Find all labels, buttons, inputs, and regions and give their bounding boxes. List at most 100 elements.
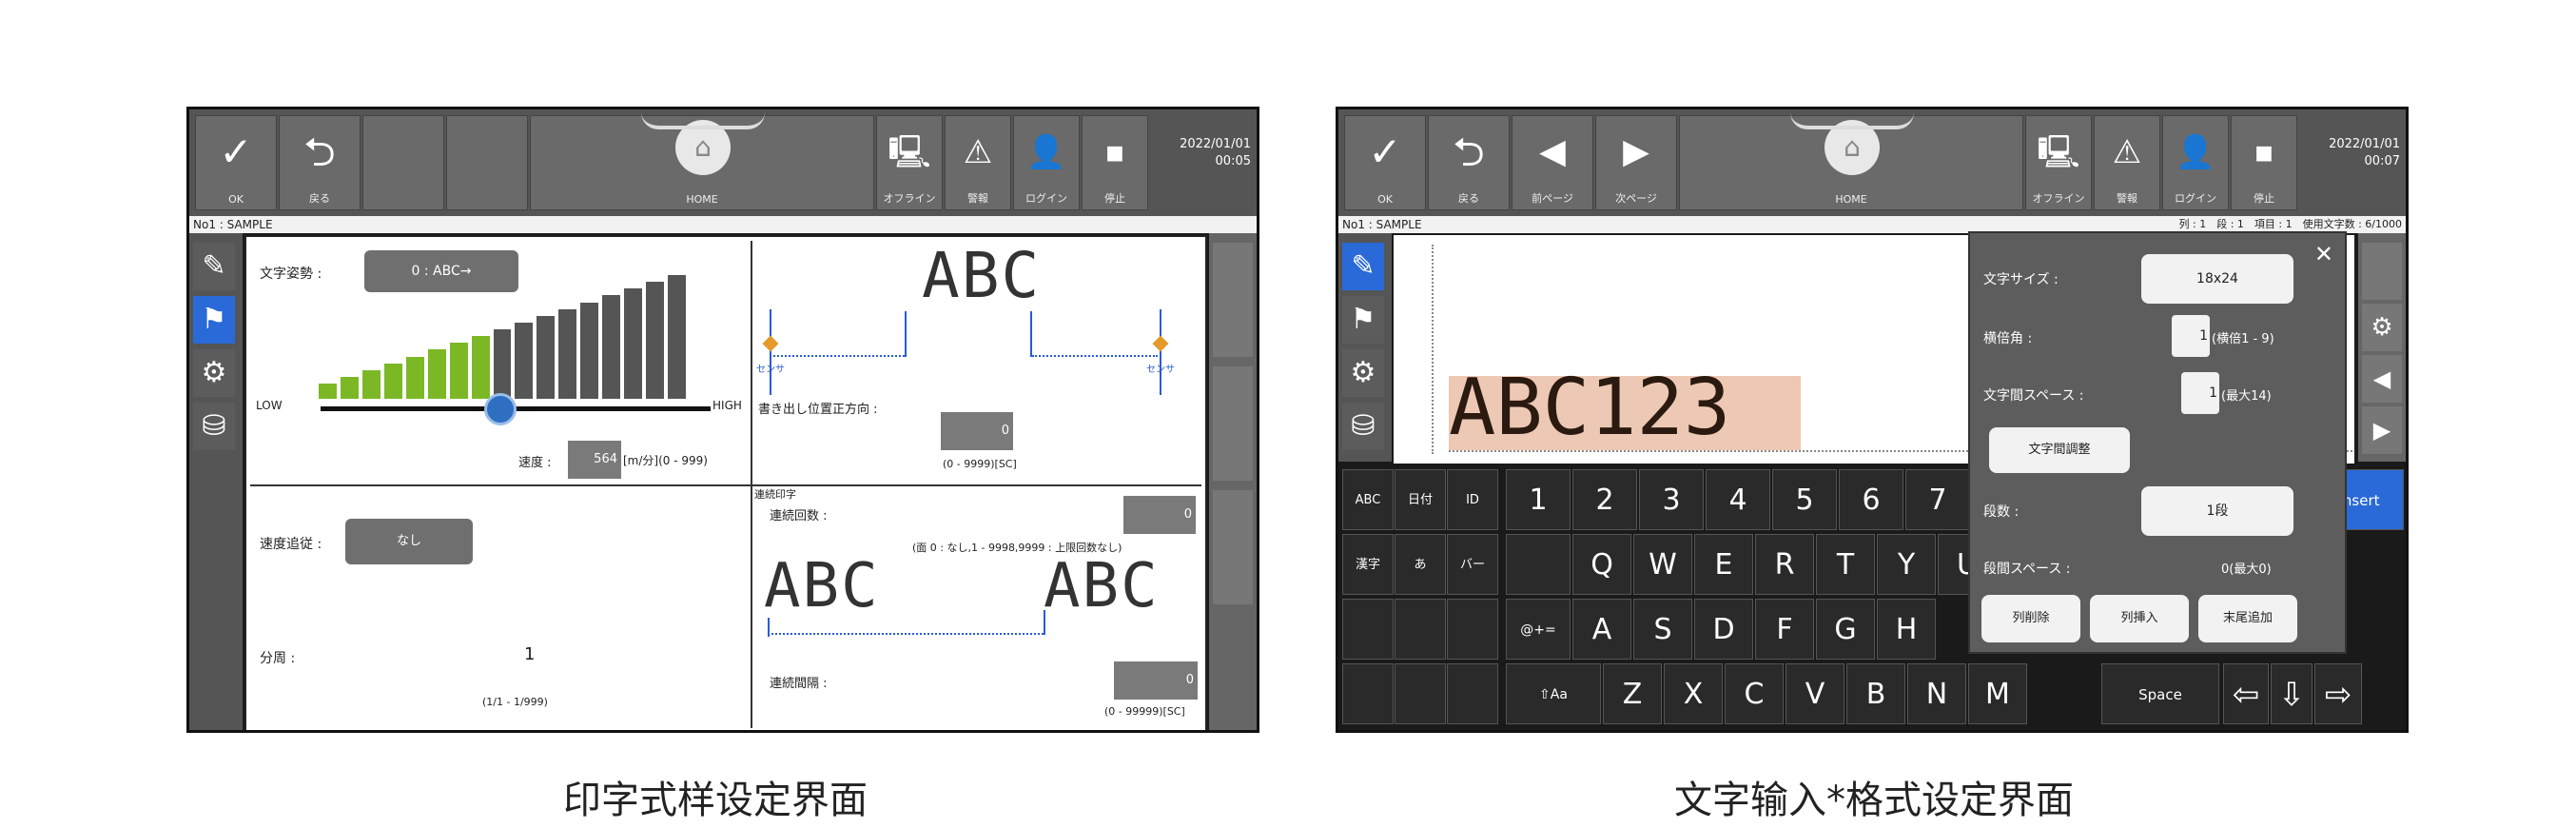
- shift-key[interactable]: ⇧Aa: [1506, 663, 1601, 724]
- field-settings-icon[interactable]: ⚙: [2362, 304, 2402, 351]
- rail-button[interactable]: [1213, 490, 1253, 604]
- stop-button[interactable]: ⏹ 停止: [2231, 115, 2297, 210]
- speed-level-bar: [319, 384, 337, 399]
- edit-nav-icon[interactable]: ✎: [1342, 243, 1384, 290]
- key-R[interactable]: R: [1755, 534, 1814, 595]
- key-X[interactable]: X: [1664, 663, 1723, 724]
- char-size-select[interactable]: 18x24: [2141, 254, 2293, 304]
- down-arrow-key[interactable]: ⇩: [2271, 663, 2313, 724]
- key-C[interactable]: C: [1725, 663, 1784, 724]
- key-4[interactable]: 4: [1706, 469, 1770, 530]
- alarm-button[interactable]: ⚠ 警報: [2094, 115, 2160, 210]
- continuous-count-input[interactable]: 0: [1123, 496, 1196, 534]
- function-key[interactable]: あ: [1395, 534, 1446, 595]
- key-B[interactable]: B: [1846, 663, 1905, 724]
- rail-button[interactable]: [1213, 366, 1253, 481]
- ok-button[interactable]: ✓ OK: [195, 115, 277, 210]
- function-key[interactable]: [1395, 599, 1446, 660]
- divider-horizontal: [250, 484, 1201, 486]
- check-icon: ✓: [1368, 128, 1402, 175]
- key-Z[interactable]: Z: [1603, 663, 1662, 724]
- offline-button[interactable]: 🖳 オフライン: [2025, 115, 2092, 210]
- print-nav-icon[interactable]: ⚑: [1342, 296, 1384, 344]
- key-T[interactable]: T: [1816, 534, 1875, 595]
- login-button[interactable]: 👤 ログイン: [1013, 115, 1080, 210]
- function-key[interactable]: ID: [1447, 469, 1498, 530]
- key-7[interactable]: 7: [1905, 469, 1970, 530]
- key-S[interactable]: S: [1633, 599, 1692, 660]
- function-key[interactable]: [1342, 599, 1394, 660]
- rows-select[interactable]: 1段: [2141, 486, 2293, 536]
- key-H[interactable]: H: [1877, 599, 1936, 660]
- speed-slider-thumb[interactable]: [484, 393, 517, 425]
- gear-nav-icon[interactable]: ⚙: [1342, 349, 1384, 397]
- prev-page-button[interactable]: ◀ 前ページ: [1512, 115, 1593, 210]
- key-N[interactable]: N: [1907, 663, 1966, 724]
- key-3[interactable]: 3: [1639, 469, 1704, 530]
- key-A[interactable]: A: [1572, 599, 1631, 660]
- spacing-input[interactable]: 1: [2181, 372, 2219, 414]
- left-nav: ✎ ⚑ ⚙ ⛁: [1338, 233, 1392, 462]
- key-E[interactable]: E: [1694, 534, 1753, 595]
- ok-button[interactable]: ✓ OK: [1344, 115, 1426, 210]
- key-1[interactable]: 1: [1506, 469, 1571, 530]
- spacing-range: (最大14): [2221, 389, 2272, 404]
- save-nav-icon[interactable]: ⛁: [193, 403, 235, 450]
- back-button[interactable]: ⮌ 戻る: [1428, 115, 1510, 210]
- function-key[interactable]: [1342, 663, 1394, 724]
- blank-key[interactable]: [1506, 534, 1571, 595]
- function-key[interactable]: [1395, 663, 1446, 724]
- back-button[interactable]: ⮌ 戻る: [279, 115, 361, 210]
- rail-button[interactable]: [2362, 243, 2402, 300]
- speed-input[interactable]: 564: [568, 441, 621, 479]
- key-2[interactable]: 2: [1572, 469, 1637, 530]
- key-G[interactable]: G: [1816, 599, 1875, 660]
- popup-close-button[interactable]: ✕: [2314, 241, 2333, 267]
- width-input[interactable]: 1: [2172, 315, 2210, 357]
- cursor-left-icon[interactable]: ◀: [2362, 355, 2402, 403]
- key-W[interactable]: W: [1633, 534, 1692, 595]
- save-nav-icon[interactable]: ⛁: [1342, 403, 1384, 450]
- key-V[interactable]: V: [1786, 663, 1844, 724]
- login-button[interactable]: 👤 ログイン: [2162, 115, 2229, 210]
- symbol-key[interactable]: @+=: [1506, 599, 1571, 660]
- delete-column-button[interactable]: 列削除: [1981, 595, 2080, 642]
- datetime-display: 2022/01/01 00:05: [1180, 137, 1251, 168]
- function-key[interactable]: 漢字: [1342, 534, 1394, 595]
- key-M[interactable]: M: [1968, 663, 2027, 724]
- continuous-interval-input[interactable]: 0: [1114, 661, 1198, 700]
- cursor-right-icon[interactable]: ▶: [2362, 406, 2402, 454]
- offline-button[interactable]: 🖳 オフライン: [876, 115, 943, 210]
- speed-level-bar: [580, 302, 599, 399]
- home-button[interactable]: ⌂ HOME: [1679, 115, 2023, 210]
- next-page-button[interactable]: ▶ 次ページ: [1595, 115, 1677, 210]
- stop-button[interactable]: ⏹ 停止: [1082, 115, 1148, 210]
- print-start-input[interactable]: 0: [941, 412, 1013, 450]
- left-arrow-key[interactable]: ⇦: [2223, 663, 2269, 724]
- home-button[interactable]: ⌂ HOME: [530, 115, 874, 210]
- print-nav-icon[interactable]: ⚑: [193, 296, 235, 344]
- key-5[interactable]: 5: [1772, 469, 1837, 530]
- insert-column-button[interactable]: 列挿入: [2090, 595, 2189, 642]
- key-D[interactable]: D: [1694, 599, 1753, 660]
- speed-follow-select[interactable]: なし: [345, 519, 473, 564]
- gear-nav-icon[interactable]: ⚙: [193, 349, 235, 397]
- key-Y[interactable]: Y: [1877, 534, 1936, 595]
- function-key[interactable]: バー: [1447, 534, 1498, 595]
- edit-nav-icon[interactable]: ✎: [193, 243, 235, 290]
- alarm-button[interactable]: ⚠ 警報: [945, 115, 1011, 210]
- function-key[interactable]: 日付: [1395, 469, 1446, 530]
- rail-button[interactable]: [1213, 243, 1253, 357]
- function-key[interactable]: ABC: [1342, 469, 1394, 530]
- append-button[interactable]: 末尾追加: [2198, 595, 2297, 642]
- spacing-adjust-button[interactable]: 文字間調整: [1989, 427, 2130, 473]
- key-Q[interactable]: Q: [1572, 534, 1631, 595]
- space-key[interactable]: Space: [2101, 663, 2219, 724]
- key-6[interactable]: 6: [1839, 469, 1903, 530]
- key-F[interactable]: F: [1755, 599, 1814, 660]
- function-key[interactable]: [1447, 663, 1498, 724]
- end-offset-arrow: [1032, 355, 1158, 357]
- right-arrow-key[interactable]: ⇨: [2314, 663, 2362, 724]
- sensor-left-diamond: [762, 335, 779, 352]
- function-key[interactable]: [1447, 599, 1498, 660]
